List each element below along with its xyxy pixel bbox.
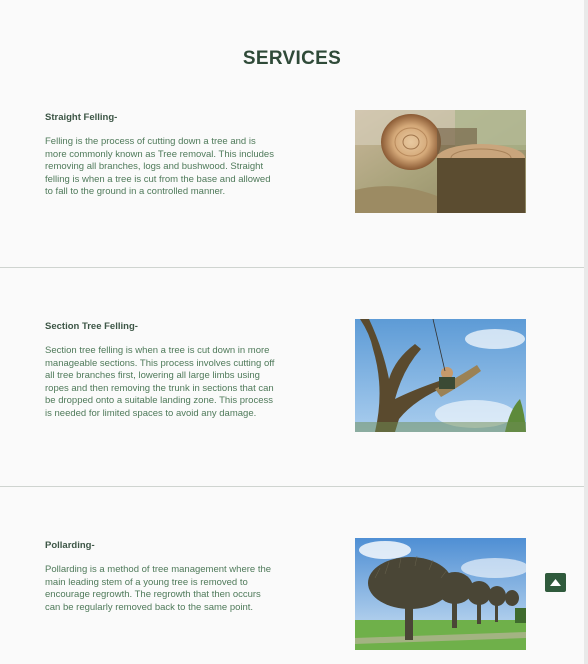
tree-stump-photo [355,110,526,213]
service-description: Section tree felling is when a tree is c… [45,345,275,419]
back-to-top-button[interactable] [545,573,566,592]
services-page: SERVICES Straight Felling- Felling is th… [0,0,584,664]
chevron-up-icon [550,579,561,586]
tree-climber-photo [355,319,526,432]
scrollbar[interactable] [584,0,588,664]
service-description: Felling is the process of cutting down a… [45,136,274,198]
service-title: Straight Felling- [45,112,118,123]
page-title: SERVICES [242,47,342,69]
service-description: Pollarding is a method of tree managemen… [45,564,272,613]
section-divider [0,267,584,268]
service-title: Section Tree Felling- [45,321,138,332]
service-title: Pollarding- [45,540,95,551]
pollarded-trees-photo [355,538,526,650]
section-divider [0,486,584,487]
